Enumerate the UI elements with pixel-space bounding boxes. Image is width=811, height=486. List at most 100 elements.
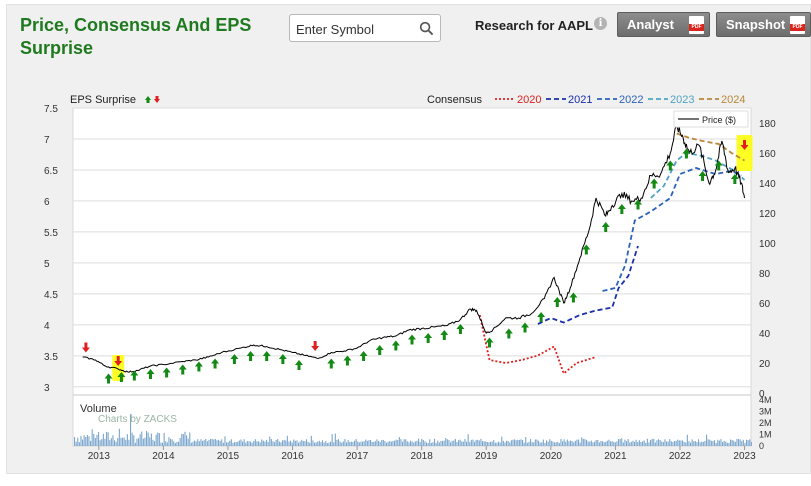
volume-bar (211, 438, 213, 446)
volume-bar (149, 437, 151, 446)
volume-bar (442, 440, 444, 446)
volume-bar (482, 441, 484, 446)
volume-bar (253, 441, 255, 446)
volume-bar (333, 442, 335, 446)
volume-bar (357, 441, 359, 446)
volume-bar (682, 440, 684, 446)
volume-bar (342, 441, 344, 446)
volume-bar (584, 439, 586, 446)
volume-bar (550, 440, 552, 446)
volume-bar (123, 437, 125, 446)
volume-bar (98, 432, 100, 446)
volume-bar (250, 441, 252, 446)
volume-bar (453, 440, 455, 446)
volume-bar (528, 441, 530, 446)
volume-bar (109, 440, 111, 446)
volume-bar (560, 439, 562, 446)
volume-bar (605, 441, 607, 446)
volume-bar (611, 441, 613, 446)
volume-bar (115, 441, 117, 446)
volume-bar (208, 440, 210, 446)
volume-bar (269, 436, 271, 446)
volume-bar (558, 442, 560, 446)
volume-bar (184, 431, 186, 446)
volume-bar (501, 436, 503, 446)
volume-bar (474, 441, 476, 446)
volume-bar (290, 440, 292, 446)
volume-bar (725, 441, 727, 446)
volume-bar (694, 441, 696, 446)
volume-bar (597, 439, 599, 446)
volume-bar (394, 440, 396, 446)
volume-bar (747, 440, 749, 446)
volume-bar (536, 439, 538, 446)
volume-bar (525, 437, 527, 446)
volume-bar (138, 438, 140, 446)
volume-bar (381, 440, 383, 446)
volume-bar (554, 442, 556, 446)
volume-bar (531, 442, 533, 446)
volume-bar (173, 441, 175, 446)
volume-bar (738, 439, 740, 446)
volume-bar (102, 433, 104, 446)
volume-bar (581, 437, 583, 446)
volume-bar (520, 439, 522, 446)
left-axis-tick: 4 (44, 321, 50, 332)
volume-bar (170, 438, 172, 446)
volume-bar (131, 432, 133, 446)
volume-bar (422, 439, 424, 446)
volume-bar (243, 439, 245, 446)
volume-bar (275, 439, 277, 446)
volume-bar (483, 441, 485, 446)
volume-bar (539, 442, 541, 446)
volume-bar (365, 439, 367, 446)
volume-bar (518, 439, 520, 446)
volume-bar (155, 434, 157, 446)
volume-bar (112, 435, 114, 446)
volume-bar (523, 442, 525, 446)
volume-bar (517, 439, 519, 446)
volume-bar (717, 439, 719, 446)
volume-bar (571, 441, 573, 446)
volume-bar (347, 440, 349, 446)
volume-bar (374, 441, 376, 446)
volume-bar (128, 439, 130, 446)
volume-bar (224, 436, 226, 446)
volume-bar (746, 439, 748, 446)
left-axis-tick: 6 (44, 197, 50, 208)
volume-bar (624, 439, 626, 446)
volume-bar (621, 438, 623, 446)
left-axis-tick: 3 (44, 383, 50, 394)
volume-bar (355, 439, 357, 446)
volume-bar (478, 440, 480, 446)
volume-bar (638, 440, 640, 446)
volume-bar (246, 440, 248, 446)
volume-bar (125, 439, 127, 446)
legend-label-2024: 2024 (721, 94, 745, 106)
volume-bar (363, 441, 365, 446)
eps-up-legend-icon (145, 96, 151, 103)
volume-bar (272, 441, 274, 446)
volume-bar (674, 440, 676, 446)
volume-bar (562, 441, 564, 446)
volume-bar (230, 439, 232, 446)
volume-bar (744, 442, 746, 446)
volume-bar (538, 440, 540, 446)
volume-bar (707, 439, 709, 446)
volume-bar (403, 439, 405, 446)
volume-bar (181, 433, 183, 446)
volume-bar (294, 440, 296, 446)
volume-bar (443, 440, 445, 446)
volume-bar (248, 441, 250, 446)
volume-bar (613, 441, 615, 446)
volume-bar (397, 440, 399, 446)
volume-bar (595, 440, 597, 446)
volume-bar (630, 441, 632, 446)
left-axis-tick: 5.5 (44, 228, 58, 239)
volume-bar (730, 439, 732, 446)
volume-bar (346, 442, 348, 446)
volume-bar (608, 439, 610, 446)
volume-bar (712, 441, 714, 446)
left-axis-tick: 5 (44, 259, 50, 270)
volume-bar (150, 433, 152, 446)
